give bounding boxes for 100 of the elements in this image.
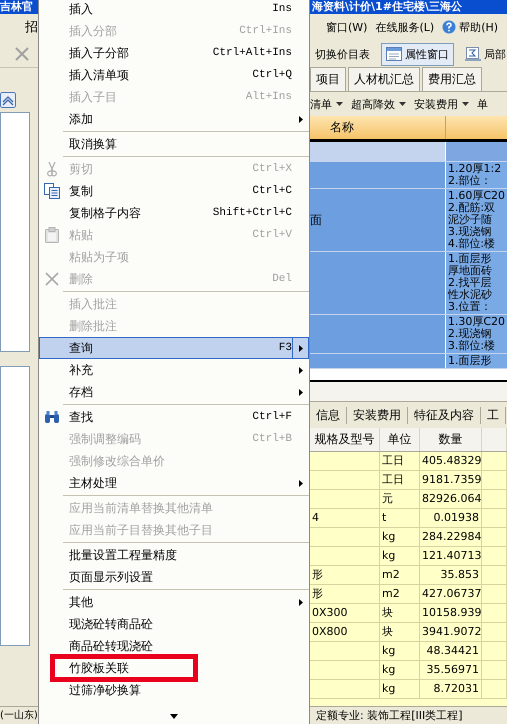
delete-icon: [45, 272, 59, 286]
cell-text: 厚地面砖: [448, 265, 493, 277]
column-header[interactable]: 单位: [380, 428, 420, 451]
table-cell: 284.22984: [420, 528, 482, 546]
table-cell: m2: [380, 585, 420, 603]
scroll-down-icon[interactable]: [170, 714, 178, 718]
menu-item[interactable]: 现浇砼转商品砼: [39, 613, 309, 635]
cell-text: 2.现浇钢: [448, 328, 492, 340]
menu-item[interactable]: 存档: [39, 381, 309, 403]
cell-text: 1.面层形: [448, 355, 492, 367]
table-cell: kg: [380, 661, 420, 679]
caret-icon: [336, 102, 343, 106]
window-title: 吉林官: [0, 0, 38, 14]
menu-item[interactable]: 过筛净砂换算: [39, 679, 309, 701]
submenu-arrow-icon: [298, 116, 302, 122]
table-cell: 3941.9072: [420, 623, 482, 641]
menu-item[interactable]: 其他: [39, 591, 309, 613]
table-cell: kg: [380, 680, 420, 698]
menu-item[interactable]: 批量设置工程量精度: [39, 544, 309, 566]
copy-icon: [44, 183, 60, 199]
menu-item[interactable]: 取消换算: [39, 133, 309, 155]
dropdown-button[interactable]: 单: [477, 96, 488, 112]
cell-text: 3.位置：: [448, 301, 492, 313]
table-cell: 块: [380, 623, 420, 641]
table-cell: 0.01938: [420, 509, 482, 527]
tab[interactable]: 安装费用: [347, 406, 408, 424]
cell-text: 3.部位:楼: [448, 340, 496, 352]
table-cell: 82926.064: [420, 490, 482, 508]
toolbar-button[interactable]: 切换价目表: [310, 42, 375, 66]
column-header[interactable]: 数量: [420, 428, 482, 451]
menu-item[interactable]: 窗口(W): [326, 20, 368, 34]
submenu-arrow-icon: [298, 366, 302, 374]
menu-item[interactable]: 招: [25, 18, 38, 36]
submenu-arrow-icon: [298, 388, 302, 396]
menu-item[interactable]: 插入子分部 Ctrl+Alt+Ins: [39, 42, 309, 64]
dropdown-button[interactable]: 超高降效: [351, 96, 406, 112]
tab[interactable]: 特征及内容: [408, 406, 481, 424]
tab[interactable]: 工: [481, 406, 506, 424]
table-cell: kg: [380, 528, 420, 546]
table-cell: 35.56971: [420, 661, 482, 679]
toolbar-button[interactable]: 局部: [460, 42, 507, 66]
menu-item[interactable]: 插入 Ins: [39, 0, 309, 20]
window-icon: [386, 47, 402, 61]
table-cell: 48.34421: [420, 642, 482, 660]
menu-item[interactable]: 添加: [39, 108, 309, 130]
menu-item[interactable]: 插入清单项 Ctrl+Q: [39, 64, 309, 86]
submenu-arrow-icon: [298, 344, 302, 352]
submenu-arrow-icon: [298, 598, 302, 606]
table-cell: kg: [380, 642, 420, 660]
sum-icon: [465, 47, 481, 61]
table-cell: 35.853: [420, 566, 482, 584]
cell-text: 1.面层形: [448, 253, 492, 265]
cell-text: 2.部位：: [448, 175, 492, 187]
cell-text: 2.找平层: [448, 277, 492, 289]
caret-icon: [399, 102, 406, 106]
menu-item[interactable]: 在线服务(L): [375, 20, 434, 34]
help-icon: [442, 20, 456, 34]
cell-text: 2.配筋:双: [448, 202, 496, 214]
table-cell: 工日: [380, 452, 420, 470]
dropdown-button[interactable]: 安装费用: [414, 96, 469, 112]
submenu-arrow-icon: [298, 480, 302, 486]
tab[interactable]: 项目: [310, 67, 346, 91]
table-cell: 427.06737: [420, 585, 482, 603]
table-cell: 块: [380, 604, 420, 622]
table-cell: 9181.7359: [420, 471, 482, 489]
caret-icon: [462, 102, 469, 106]
table-cell: 121.40713: [420, 547, 482, 565]
cell-text: 3.现浇钢: [448, 226, 492, 238]
menu-item[interactable]: 页面显示列设置: [39, 566, 309, 588]
table-cell: m2: [380, 566, 420, 584]
tab[interactable]: 人材机汇总: [348, 67, 420, 91]
table-cell: 10158.939: [420, 604, 482, 622]
cell-text: 1.60厚C20: [448, 190, 505, 202]
table-cell: 8.72031: [420, 680, 482, 698]
menu-item[interactable]: 帮助(H): [442, 20, 498, 34]
menu-item[interactable]: 主材处理: [39, 472, 309, 494]
cell-text: 泥沙子随: [448, 214, 493, 226]
table-cell: 元: [380, 490, 420, 508]
menu-item[interactable]: 复制 Ctrl+C: [39, 180, 309, 202]
cell-text: 4.部位:楼: [448, 238, 496, 250]
menu-item[interactable]: 竹胶板关联: [39, 657, 309, 679]
binoculars-icon: [44, 410, 60, 424]
dropdown-button[interactable]: 清单: [310, 96, 343, 112]
table-cell: t: [380, 509, 420, 527]
tab[interactable]: 费用汇总: [422, 67, 482, 91]
table-cell: 面: [310, 189, 445, 251]
table-cell: 工日: [380, 471, 420, 489]
table-cell: 405.48329: [420, 452, 482, 470]
menu-item[interactable]: 查找 Ctrl+F: [39, 406, 309, 428]
menu-item[interactable]: 复制格子内容 Shift+Ctrl+C: [39, 202, 309, 224]
menu-item[interactable]: 补充: [39, 359, 309, 381]
menu-item[interactable]: 商品砼转现浇砼: [39, 635, 309, 657]
toolbar-button[interactable]: 属性窗口: [381, 42, 454, 66]
table-cell: kg: [380, 547, 420, 565]
menu-item[interactable]: 查询 F3: [39, 337, 309, 359]
scrollbar[interactable]: [310, 380, 507, 402]
cell-text: 性水泥砂: [448, 289, 493, 301]
clipboard-icon: [45, 227, 59, 243]
collapse-icon[interactable]: [0, 92, 16, 108]
cell-text: 1.30厚C20: [448, 316, 505, 328]
